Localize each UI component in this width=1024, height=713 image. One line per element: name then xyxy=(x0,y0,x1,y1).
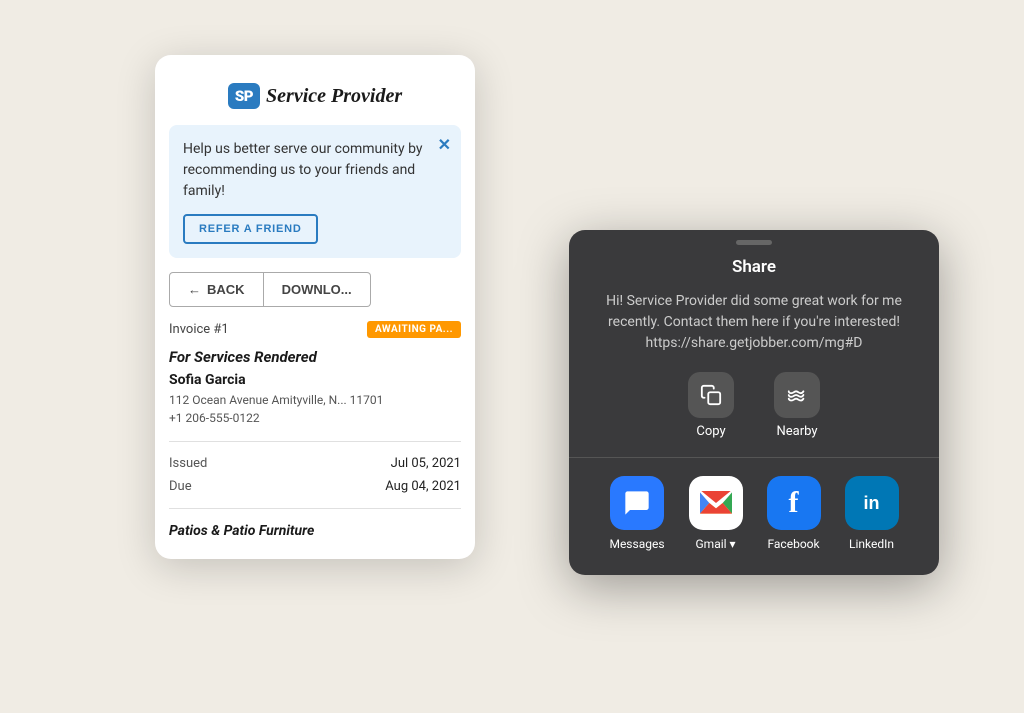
issued-label: Issued xyxy=(169,456,207,471)
issued-row: Issued Jul 05, 2021 xyxy=(169,456,461,471)
share-apps: Messages Gmail ▾ f Facebook in LinkedIn xyxy=(569,476,939,575)
nearby-icon xyxy=(774,372,820,418)
facebook-label: Facebook xyxy=(767,537,819,551)
gmail-icon xyxy=(689,476,743,530)
facebook-icon: f xyxy=(767,476,821,530)
line-item-title: Patios & Patio Furniture xyxy=(169,523,461,539)
refer-friend-button[interactable]: REFER A FRIEND xyxy=(183,214,318,244)
banner-text: Help us better serve our community by re… xyxy=(183,139,447,202)
back-button[interactable]: ← ← BACK BACK xyxy=(169,272,264,307)
share-app-linkedin[interactable]: in LinkedIn xyxy=(845,476,899,551)
phone-card: SP Service Provider ✕ Help us better ser… xyxy=(155,55,475,559)
share-message: Hi! Service Provider did some great work… xyxy=(569,291,939,372)
due-date: Aug 04, 2021 xyxy=(385,479,461,494)
phone-header: SP Service Provider xyxy=(155,55,475,125)
share-sheet: Share Hi! Service Provider did some grea… xyxy=(569,230,939,575)
logo-box: SP xyxy=(228,83,260,109)
issued-date: Jul 05, 2021 xyxy=(391,456,461,471)
divider-1 xyxy=(169,441,461,442)
share-title: Share xyxy=(569,249,939,291)
share-app-facebook[interactable]: f Facebook xyxy=(767,476,821,551)
action-row: ← ← BACK BACK DOWNLO... xyxy=(169,272,461,307)
download-button[interactable]: DOWNLO... xyxy=(264,272,371,307)
divider-2 xyxy=(169,508,461,509)
share-app-messages[interactable]: Messages xyxy=(609,476,664,551)
invoice-header-row: Invoice #1 AWAITING PA... xyxy=(169,321,461,338)
share-app-gmail[interactable]: Gmail ▾ xyxy=(689,476,743,551)
linkedin-label: LinkedIn xyxy=(849,537,894,551)
linkedin-icon: in xyxy=(845,476,899,530)
invoice-section: Invoice #1 AWAITING PA... For Services R… xyxy=(155,321,475,539)
share-handle xyxy=(569,230,939,249)
due-label: Due xyxy=(169,479,192,494)
nearby-button[interactable]: Nearby xyxy=(774,372,820,439)
gmail-label: Gmail ▾ xyxy=(696,537,736,551)
client-address: 112 Ocean Avenue Amityville, N... 11701 … xyxy=(169,391,461,427)
close-icon[interactable]: ✕ xyxy=(438,135,451,154)
logo-text: Service Provider xyxy=(266,85,402,108)
due-row: Due Aug 04, 2021 xyxy=(169,479,461,494)
refer-banner: ✕ Help us better serve our community by … xyxy=(169,125,461,258)
messages-icon xyxy=(610,476,664,530)
sp-logo: SP Service Provider xyxy=(228,83,402,109)
back-arrow-icon: ← xyxy=(188,282,201,297)
share-actions: Copy Nearby xyxy=(569,372,939,457)
client-name: Sofia Garcia xyxy=(169,372,461,388)
share-divider xyxy=(569,457,939,458)
invoice-title: For Services Rendered xyxy=(169,348,461,366)
invoice-number: Invoice #1 xyxy=(169,322,229,337)
handle-bar xyxy=(736,240,772,245)
messages-label: Messages xyxy=(609,537,664,551)
status-badge: AWAITING PA... xyxy=(367,321,461,338)
copy-button[interactable]: Copy xyxy=(688,372,734,439)
copy-icon xyxy=(688,372,734,418)
